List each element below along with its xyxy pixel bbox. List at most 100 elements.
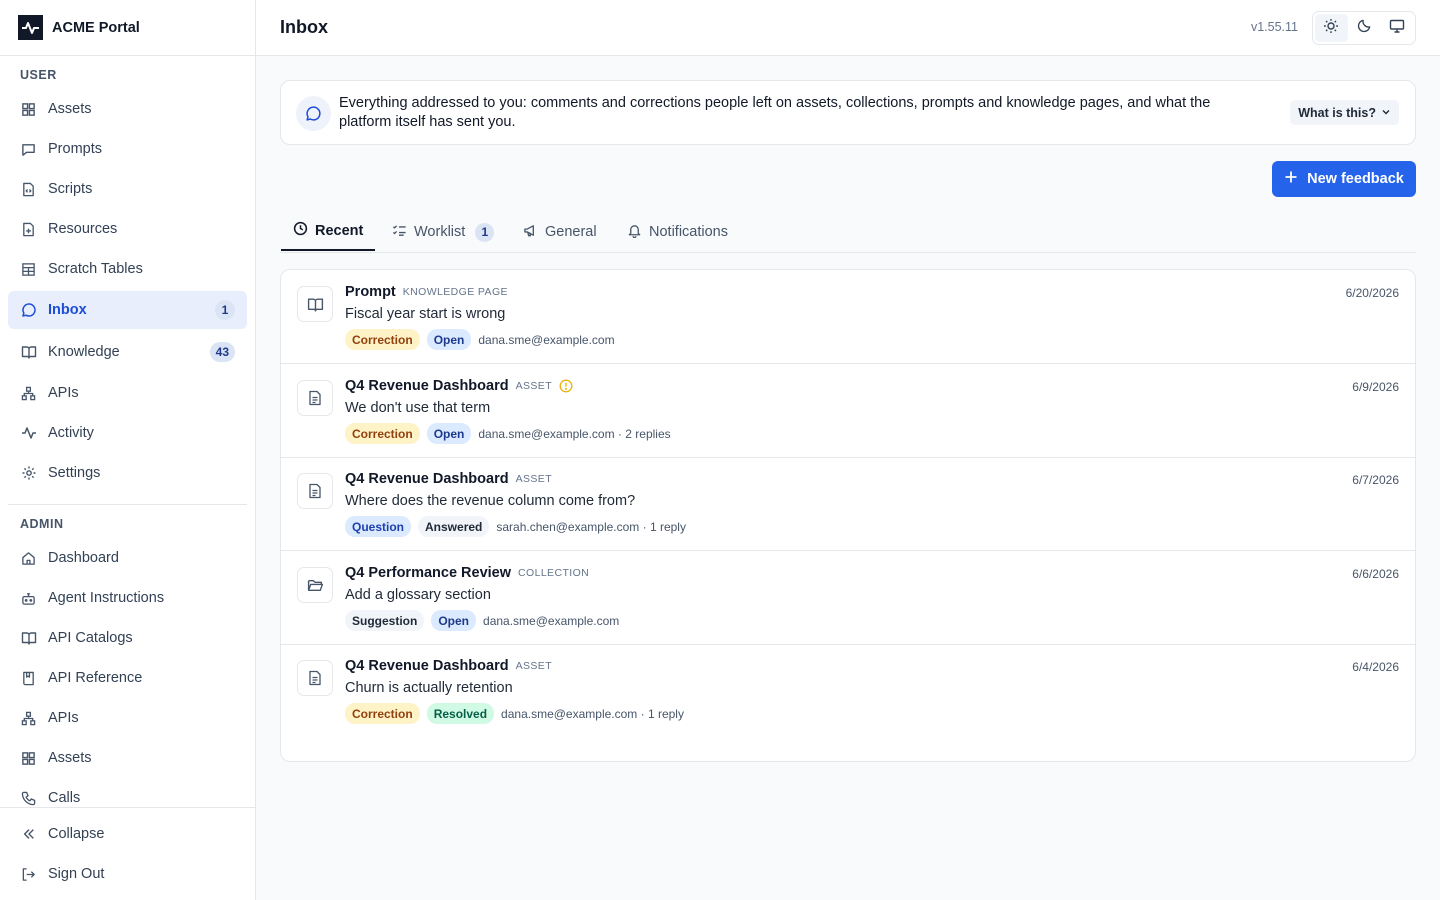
sign-out-button[interactable]: Sign Out (8, 855, 247, 893)
what-is-this-button[interactable]: What is this? (1290, 100, 1399, 125)
book-open-icon (297, 286, 333, 322)
brand-name: ACME Portal (52, 19, 140, 36)
grid-icon (20, 101, 37, 118)
bell-icon (627, 223, 642, 242)
row-title-line: Q4 Revenue Dashboard ASSET (345, 471, 552, 487)
feedback-row[interactable]: Q4 Revenue Dashboard ASSET Churn is actu… (281, 644, 1415, 738)
sidebar-item-label: Activity (48, 425, 94, 441)
tab-general[interactable]: General (511, 212, 609, 252)
row-date: 6/4/2026 (1352, 660, 1399, 674)
sidebar-item-label: API Catalogs (48, 630, 133, 646)
status-badge: Resolved (426, 703, 495, 724)
inbox-info-card: Everything addressed to you: comments an… (280, 80, 1416, 145)
sidebar-item-knowledge[interactable]: Knowledge 43 (8, 333, 247, 371)
worklist-count-badge: 1 (475, 222, 495, 242)
tab-recent[interactable]: Recent (281, 212, 376, 251)
moon-icon (1357, 18, 1372, 38)
what-is-this-label: What is this? (1298, 105, 1376, 120)
row-date: 6/6/2026 (1352, 567, 1399, 581)
tab-worklist[interactable]: Worklist 1 (380, 212, 506, 252)
chat-bubble-icon (296, 96, 331, 131)
top-bar: Inbox v1.55.11 (256, 0, 1440, 56)
megaphone-icon (523, 223, 538, 242)
row-type: ASSET (515, 380, 553, 392)
row-author: dana.sme@example.com · 1 reply (501, 706, 684, 721)
tab-notifications[interactable]: Notifications (615, 212, 740, 252)
sidebar-item-inbox[interactable]: Inbox 1 (8, 291, 247, 329)
log-out-icon (20, 866, 37, 883)
sidebar-item-dashboard[interactable]: Dashboard (8, 539, 247, 577)
brand[interactable]: ACME Portal (0, 0, 255, 56)
sidebar-item-label: Scratch Tables (48, 261, 143, 277)
tab-label: Notifications (649, 224, 728, 240)
row-date: 6/7/2026 (1352, 473, 1399, 487)
tab-label: Recent (315, 222, 364, 239)
sidebar-item-resources[interactable]: Resources (8, 210, 247, 248)
book-open-icon (20, 344, 37, 361)
kind-badge: Suggestion (345, 610, 425, 631)
row-author: sarah.chen@example.com · 1 reply (496, 519, 686, 534)
row-type: ASSET (515, 660, 553, 672)
kind-badge: Correction (345, 329, 420, 350)
sidebar-item-agent-instructions[interactable]: Agent Instructions (8, 579, 247, 617)
table-icon (20, 261, 37, 278)
sidebar-nav[interactable]: USER Assets Prompts Scripts Resources Sc… (0, 56, 255, 807)
sidebar-item-api-reference[interactable]: API Reference (8, 659, 247, 697)
row-meta: Correction Open dana.sme@example.com · 2… (345, 423, 671, 444)
light-theme-button[interactable] (1315, 14, 1348, 42)
sidebar-item-label: Agent Instructions (48, 590, 165, 606)
sidebar-item-admin-apis[interactable]: APIs (8, 699, 247, 737)
feedback-row[interactable]: Q4 Performance Review COLLECTION Add a g… (281, 551, 1415, 645)
row-type: COLLECTION (518, 567, 590, 579)
row-date: 6/20/2026 (1345, 286, 1399, 300)
acme-logo-icon (18, 15, 43, 40)
row-date: 6/9/2026 (1352, 380, 1399, 394)
sidebar-item-activity[interactable]: Activity (8, 414, 247, 452)
network-icon (20, 710, 37, 727)
folder-open-icon (297, 567, 333, 603)
dark-theme-button[interactable] (1348, 14, 1381, 42)
collapse-label: Collapse (48, 826, 105, 842)
sidebar-item-scratch-tables[interactable]: Scratch Tables (8, 250, 247, 288)
feedback-row[interactable]: Prompt KNOWLEDGE PAGE Fiscal year start … (281, 270, 1415, 364)
book-open-icon (20, 630, 37, 647)
status-badge: Open (431, 610, 477, 631)
phone-icon (20, 790, 37, 807)
row-title-line: Q4 Revenue Dashboard ASSET (345, 378, 573, 394)
sidebar: ACME Portal USER Assets Prompts Scripts … (0, 0, 256, 900)
sidebar-item-calls[interactable]: Calls (8, 779, 247, 807)
sidebar-item-scripts[interactable]: Scripts (8, 170, 247, 208)
sidebar-item-settings[interactable]: Settings (8, 454, 247, 492)
sidebar-item-apis[interactable]: APIs (8, 374, 247, 412)
gear-icon (20, 465, 37, 482)
book-bookmark-icon (20, 670, 37, 687)
feedback-row[interactable]: Q4 Revenue Dashboard ASSET We don't use … (281, 364, 1415, 458)
sun-icon (1323, 18, 1339, 39)
sidebar-item-label: API Reference (48, 670, 143, 686)
tab-label: Worklist (414, 224, 466, 240)
row-meta: Suggestion Open dana.sme@example.com (345, 610, 619, 631)
sidebar-item-admin-assets[interactable]: Assets (8, 739, 247, 777)
sidebar-item-assets[interactable]: Assets (8, 90, 247, 128)
sidebar-item-prompts[interactable]: Prompts (8, 130, 247, 168)
row-meta: Question Answered sarah.chen@example.com… (345, 516, 686, 537)
sidebar-item-api-catalogs[interactable]: API Catalogs (8, 619, 247, 657)
system-theme-button[interactable] (1380, 14, 1413, 42)
chat-bubble-icon (20, 302, 37, 319)
feedback-row[interactable]: Q4 Revenue Dashboard ASSET Where does th… (281, 457, 1415, 551)
collapse-button[interactable]: Collapse (8, 815, 247, 853)
new-feedback-label: New feedback (1307, 171, 1404, 187)
row-meta: Correction Open dana.sme@example.com (345, 329, 615, 350)
row-author: dana.sme@example.com (478, 332, 615, 347)
sidebar-item-label: Inbox (48, 302, 87, 318)
sign-out-label: Sign Out (48, 866, 105, 882)
row-subject: Where does the revenue column come from? (345, 493, 636, 509)
sidebar-item-label: Calls (48, 790, 81, 806)
row-type: KNOWLEDGE PAGE (402, 286, 508, 298)
admin-section-label: ADMIN (20, 517, 64, 531)
sidebar-footer: Collapse Sign Out (0, 807, 255, 900)
row-subject: Churn is actually retention (345, 680, 513, 696)
new-feedback-button[interactable]: New feedback (1272, 161, 1416, 197)
row-subject: Fiscal year start is wrong (345, 306, 506, 322)
tab-label: General (545, 224, 597, 240)
